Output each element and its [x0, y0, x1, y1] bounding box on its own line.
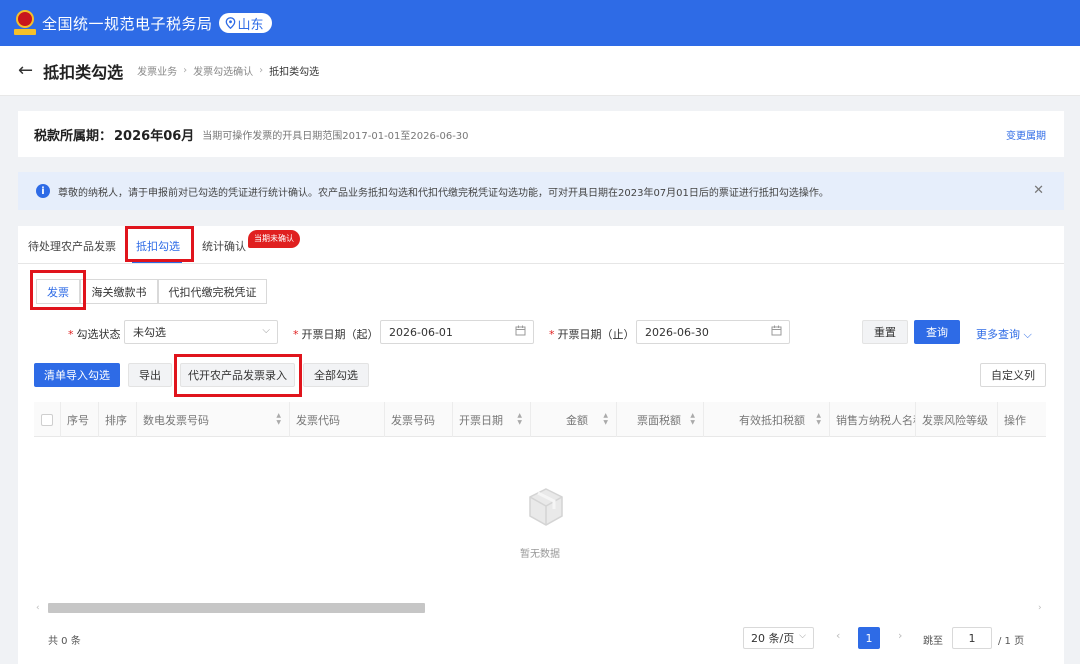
tab-deduction-selection[interactable]: 抵扣勾选: [136, 238, 180, 254]
status-filter-label: * 勾选状态: [68, 328, 121, 341]
region-label: 山东: [237, 17, 264, 33]
subtab-customs-payment[interactable]: 海关缴款书: [80, 279, 158, 304]
notice-banner: i 尊敬的纳税人，请于申报前对已勾选的凭证进行统计确认。农产品业务抵扣勾选和代扣…: [18, 172, 1064, 210]
column-header: 排序: [99, 402, 137, 437]
page-size-select[interactable]: 20 条/页 ⌵: [743, 627, 814, 649]
tab-statistics-confirm[interactable]: 统计确认: [202, 238, 246, 254]
change-period-link[interactable]: 变更属期: [1006, 127, 1046, 142]
column-header[interactable]: 有效抵扣税额 ▲ ▼: [704, 402, 830, 437]
total-pages: / 1 页: [998, 636, 1025, 647]
sort-icon: ▲ ▼: [276, 412, 281, 426]
total-count: 共 0 条: [48, 636, 81, 647]
chevron-down-icon: ⌵: [799, 631, 806, 641]
calendar-icon: [771, 325, 782, 339]
column-header[interactable]: 票面税额 ▲ ▼: [617, 402, 704, 437]
column-header: 销售方纳税人名称: [830, 402, 916, 437]
status-select[interactable]: 未勾选 ⌵: [124, 320, 278, 344]
info-icon: i: [36, 184, 50, 198]
top-bar: 全国统一规范电子税务局 山东: [0, 0, 1080, 46]
period-value: 2026年06月: [114, 128, 195, 144]
start-date-label: * 开票日期（起）: [293, 328, 379, 341]
select-all-button[interactable]: 全部勾选: [303, 363, 369, 387]
region-selector[interactable]: 山东: [218, 13, 272, 33]
table-header: 序号 排序 数电发票号码 ▲ ▼ 发票代码 发票号码 开票日期 ▲ ▼ 金额 ▲ ▼ 票面税…: [34, 402, 1046, 437]
column-header[interactable]: 开票日期 ▲ ▼: [453, 402, 531, 437]
breadcrumb-item[interactable]: 发票业务: [137, 63, 177, 78]
chevron-down-icon: ⌵: [262, 325, 270, 336]
sort-icon: ▲ ▼: [517, 412, 522, 426]
chevron-left-icon[interactable]: ‹: [36, 603, 40, 613]
chevron-down-icon: ⌵: [1023, 328, 1032, 341]
query-button[interactable]: 查询: [914, 320, 960, 344]
sort-icon: ▲ ▼: [816, 412, 821, 426]
prev-page-button[interactable]: ‹: [836, 629, 840, 642]
empty-box-icon: [529, 488, 563, 526]
sort-icon: ▲ ▼: [690, 412, 695, 426]
current-page-button[interactable]: 1: [858, 627, 880, 649]
column-header[interactable]: 数电发票号码 ▲ ▼: [137, 402, 290, 437]
tax-period-bar: 税款所属期： 2026年06月 当期可操作发票的开具日期范围2017-01-01…: [18, 111, 1064, 157]
column-header: 发票风险等级: [916, 402, 998, 437]
chevron-right-icon[interactable]: ›: [1038, 603, 1042, 613]
breadcrumb-separator: ›: [183, 65, 188, 76]
more-query-link[interactable]: 更多查询 ⌵: [976, 326, 1032, 342]
column-header: 发票代码: [290, 402, 385, 437]
breadcrumb-current: 抵扣类勾选: [269, 67, 320, 78]
import-list-button[interactable]: 清单导入勾选: [34, 363, 120, 387]
main-card: 待处理农产品发票 抵扣勾选 统计确认 当期未确认 发票 海关缴款书 代扣代缴完税…: [18, 226, 1064, 664]
end-date-label: * 开票日期（止）: [549, 328, 635, 341]
column-header[interactable]: 金额 ▲ ▼: [531, 402, 617, 437]
emblem-icon: [14, 10, 36, 36]
page-title: 抵扣类勾选: [43, 62, 124, 82]
column-header: 发票号码: [385, 402, 453, 437]
agri-invoice-entry-button[interactable]: 代开农产品发票录入: [180, 363, 295, 387]
active-tab-indicator: [132, 261, 182, 263]
reset-button[interactable]: 重置: [862, 320, 908, 344]
location-pin-icon: [225, 17, 235, 29]
scrollbar-thumb[interactable]: [48, 603, 425, 613]
tab-bar: 待处理农产品发票 抵扣勾选 统计确认 当期未确认: [18, 226, 1064, 264]
next-page-button[interactable]: ›: [898, 629, 902, 642]
export-button[interactable]: 导出: [128, 363, 172, 387]
select-all-checkbox[interactable]: [34, 402, 61, 437]
breadcrumb-separator: ›: [259, 65, 264, 76]
sort-icon: ▲ ▼: [603, 412, 608, 426]
empty-state-text: 暂无数据: [520, 549, 560, 560]
start-date-input[interactable]: 2026-06-01: [380, 320, 534, 344]
notice-text: 尊敬的纳税人，请于申报前对已勾选的凭证进行统计确认。农产品业务抵扣勾选和代扣代缴…: [58, 187, 829, 199]
column-header: 操作: [1004, 413, 1026, 427]
page-header: ← 抵扣类勾选 发票业务 › 发票勾选确认 › 抵扣类勾选: [0, 46, 1080, 96]
custom-columns-button[interactable]: 自定义列: [980, 363, 1046, 387]
period-label: 税款所属期：: [34, 128, 113, 144]
close-icon[interactable]: ✕: [1033, 183, 1044, 198]
breadcrumb-item[interactable]: 发票勾选确认: [193, 63, 253, 78]
subtab-withholding-certificate[interactable]: 代扣代缴完税凭证: [158, 279, 267, 304]
subtab-invoice[interactable]: 发票: [36, 279, 80, 304]
column-header: 序号: [61, 402, 99, 437]
tab-pending-agri-invoices[interactable]: 待处理农产品发票: [28, 238, 116, 254]
period-range: 当期可操作发票的开具日期范围2017-01-01至2026-06-30: [202, 130, 469, 142]
site-title: 全国统一规范电子税务局: [42, 14, 213, 33]
jump-page-input[interactable]: 1: [952, 627, 992, 649]
back-arrow-icon[interactable]: ←: [18, 60, 33, 81]
calendar-icon: [515, 325, 526, 339]
status-badge: 当期未确认: [248, 230, 300, 248]
jump-label: 跳至: [923, 636, 943, 647]
end-date-input[interactable]: 2026-06-30: [636, 320, 790, 344]
